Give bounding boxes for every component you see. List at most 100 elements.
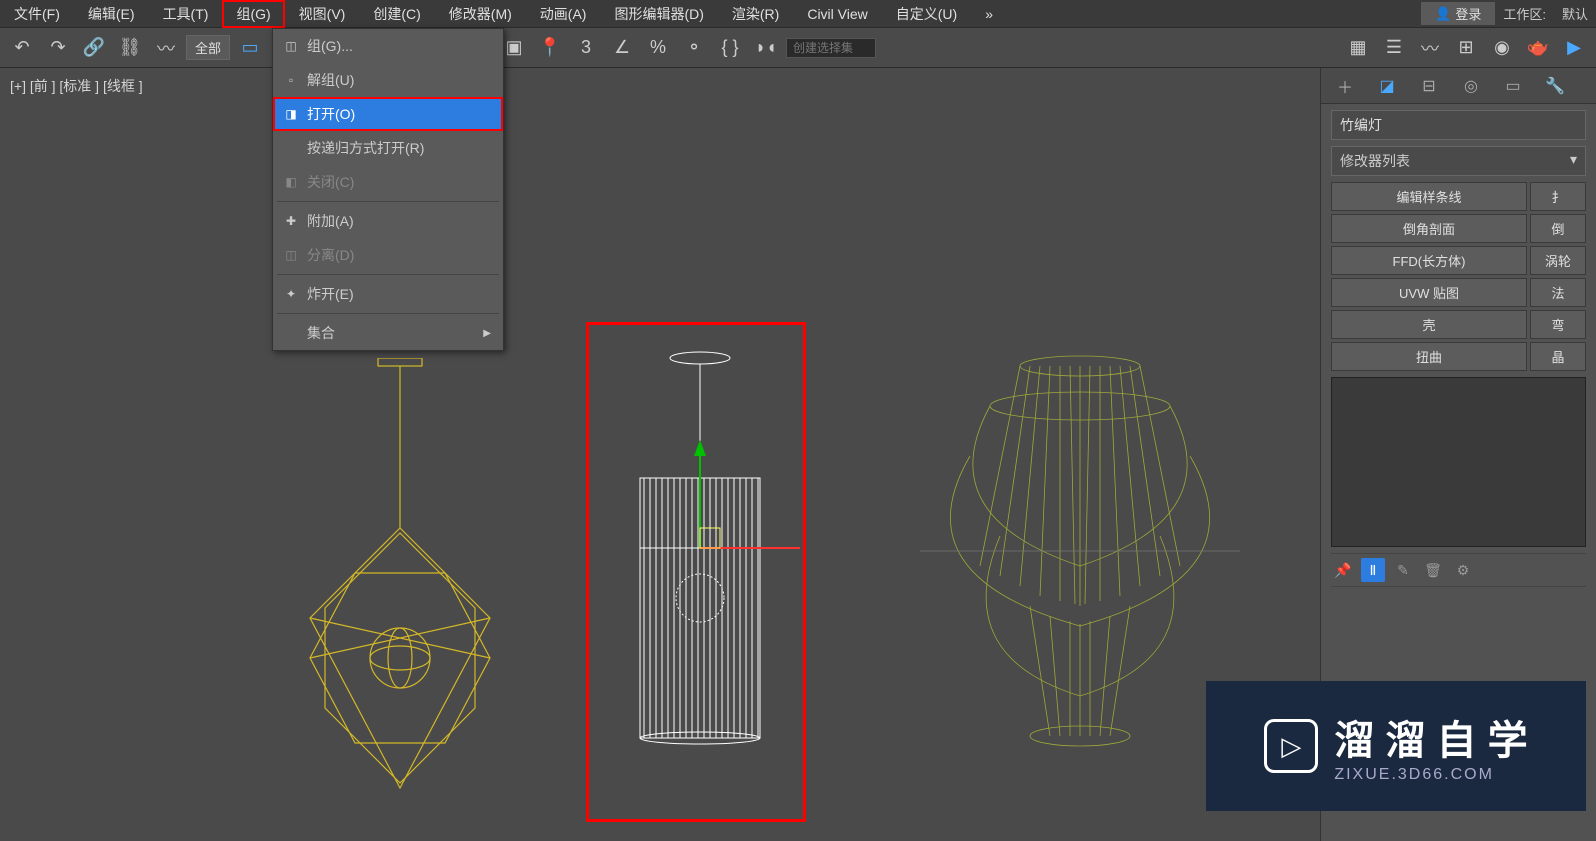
angle-snap[interactable]: ∠ [606,32,638,64]
watermark-title: 溜 溜 自 学 [1334,708,1527,766]
workspace-label: 工作区: [1495,4,1554,23]
tab-hierarchy[interactable]: ⊟ [1415,72,1443,100]
open-icon: ◨ [283,106,299,122]
menu-more[interactable]: » [971,2,1007,26]
menu-views[interactable]: 视图(V) [285,0,360,28]
menu-group-assembly[interactable]: 集合▶ [273,316,503,350]
menubar: 文件(F) 编辑(E) 工具(T) 组(G) 视图(V) 创建(C) 修改器(M… [0,0,1596,28]
tab-create[interactable]: ＋ [1331,72,1359,100]
bind-button[interactable]: 〰 [150,32,182,64]
placement-tool[interactable]: 📍 [534,32,566,64]
edit-named-sel[interactable]: { } [714,32,746,64]
menu-render[interactable]: 渲染(R) [718,0,793,28]
curve-editor-button[interactable]: 〰 [1414,32,1446,64]
menu-edit[interactable]: 编辑(E) [74,0,149,28]
menu-item-label: 按递归方式打开(R) [307,138,424,158]
render-button[interactable]: ▶ [1558,32,1590,64]
modifier-list-dropdown[interactable]: 修改器列表 ▾ [1331,146,1586,176]
watermark-url: ZIXUE.3D66.COM [1334,766,1527,784]
viewport-label[interactable]: [+] [前 ] [标准 ] [线框 ] [10,76,143,96]
ungroup-icon: ▫ [283,72,299,88]
group-dropdown-menu: ◫ 组(G)... ▫ 解组(U) ◨打开(O) 按递归方式打开(R) ◧关闭(C)… [272,28,504,351]
group-icon: ◫ [283,38,299,54]
align-button[interactable]: ▦ [1342,32,1374,64]
login-label: 登录 [1455,4,1481,23]
percent-snap[interactable]: % [642,32,674,64]
mod-btn-r0[interactable]: 扌 [1530,182,1586,211]
menu-tools[interactable]: 工具(T) [149,0,223,28]
spinner-snap[interactable]: ⚬ [678,32,710,64]
mod-ffd-box[interactable]: FFD(长方体) [1331,246,1527,275]
mirror-button[interactable]: ◗◖ [750,32,782,64]
menu-group-group[interactable]: ◫ 组(G)... [273,29,503,63]
menu-modifiers[interactable]: 修改器(M) [435,0,526,28]
menu-group-open[interactable]: ◨打开(O) [273,97,503,131]
menu-civilview[interactable]: Civil View [793,2,881,26]
menu-customize[interactable]: 自定义(U) [882,0,971,28]
menu-group-close: ◧关闭(C) [273,165,503,199]
menu-item-label: 解组(U) [307,70,354,90]
tab-modify[interactable]: ◪ [1373,72,1401,100]
menu-group-ungroup[interactable]: ▫ 解组(U) [273,63,503,97]
object-bamboo-lamp [920,336,1240,766]
detach-icon: ◫ [283,247,299,263]
object-name-field[interactable]: 竹编灯 [1331,110,1586,140]
menu-separator [277,201,499,202]
menu-item-label: 附加(A) [307,211,354,231]
mod-edit-spline[interactable]: 编辑样条线 [1331,182,1527,211]
undo-button[interactable]: ↶ [6,32,38,64]
menu-group[interactable]: 组(G) [222,0,284,28]
redo-button[interactable]: ↷ [42,32,74,64]
menu-group-detach: ◫ 分离(D) [273,238,503,272]
select-tool[interactable]: ▭ [234,32,266,64]
mod-btn-r3[interactable]: 法 [1530,278,1586,307]
menu-item-label: 组(G)... [307,36,353,56]
material-editor-button[interactable]: ◉ [1486,32,1518,64]
attach-icon: ✚ [283,213,299,229]
mod-btn-r2[interactable]: 涡轮 [1530,246,1586,275]
named-selection-input[interactable] [786,38,876,58]
configure-sets-button[interactable]: ⚙ [1451,558,1475,582]
modifier-list-label: 修改器列表 [1340,151,1410,171]
tab-utilities[interactable]: 🔧 [1541,72,1569,100]
mod-btn-r1[interactable]: 倒 [1530,214,1586,243]
mod-bevel-profile[interactable]: 倒角剖面 [1331,214,1527,243]
mod-uvw-map[interactable]: UVW 贴图 [1331,278,1527,307]
chevron-down-icon: ▾ [1570,151,1577,171]
menu-group-attach[interactable]: ✚ 附加(A) [273,204,503,238]
menu-graph[interactable]: 图形编辑器(D) [600,0,717,28]
menu-separator [277,313,499,314]
mod-shell[interactable]: 壳 [1331,310,1527,339]
link-button[interactable]: 🔗 [78,32,110,64]
pin-stack-button[interactable]: 📌 [1331,558,1355,582]
mod-twist[interactable]: 扭曲 [1331,342,1527,371]
schematic-button[interactable]: ⊞ [1450,32,1482,64]
menu-group-open-recursive[interactable]: 按递归方式打开(R) [273,131,503,165]
selection-filter[interactable]: 全部 [186,35,230,60]
remove-modifier-button[interactable]: 🗑 [1421,558,1445,582]
viewport[interactable]: [+] [前 ] [标准 ] [线框 ] [0,68,1320,841]
menu-create[interactable]: 创建(C) [359,0,434,28]
tab-display[interactable]: ▭ [1499,72,1527,100]
make-unique-button[interactable]: ✎ [1391,558,1415,582]
snap-toggle[interactable]: 3 [570,32,602,64]
mod-btn-r5[interactable]: 晶 [1530,342,1586,371]
login-button[interactable]: 👤登录 [1421,2,1495,25]
menu-item-label: 分离(D) [307,245,354,265]
toolbar: ↶ ↷ 🔗 ⛓ 〰 全部 ▭ ▤ ⬚ ◐ 视图 ✥ ⟲ ▣ 📍 3 ∠ % ⚬ … [0,28,1596,68]
workspace-value[interactable]: 默认 [1554,4,1596,23]
menu-group-explode[interactable]: ✦炸开(E) [273,277,503,311]
watermark: ▷ 溜 溜 自 学 ZIXUE.3D66.COM [1206,681,1586,811]
unlink-button[interactable]: ⛓ [114,32,146,64]
layers-button[interactable]: ☰ [1378,32,1410,64]
mod-btn-r4[interactable]: 弯 [1530,310,1586,339]
object-cylinder-lamp-selected: x [600,348,800,818]
tab-motion[interactable]: ◎ [1457,72,1485,100]
menu-animation[interactable]: 动画(A) [526,0,601,28]
modifier-stack[interactable] [1331,377,1586,547]
menu-item-label: 炸开(E) [307,284,354,304]
menu-file[interactable]: 文件(F) [0,0,74,28]
render-setup-button[interactable]: 🫖 [1522,32,1554,64]
stack-toolbar: 📌 Ⅱ ✎ 🗑 ⚙ [1331,553,1586,587]
show-end-result-button[interactable]: Ⅱ [1361,558,1385,582]
